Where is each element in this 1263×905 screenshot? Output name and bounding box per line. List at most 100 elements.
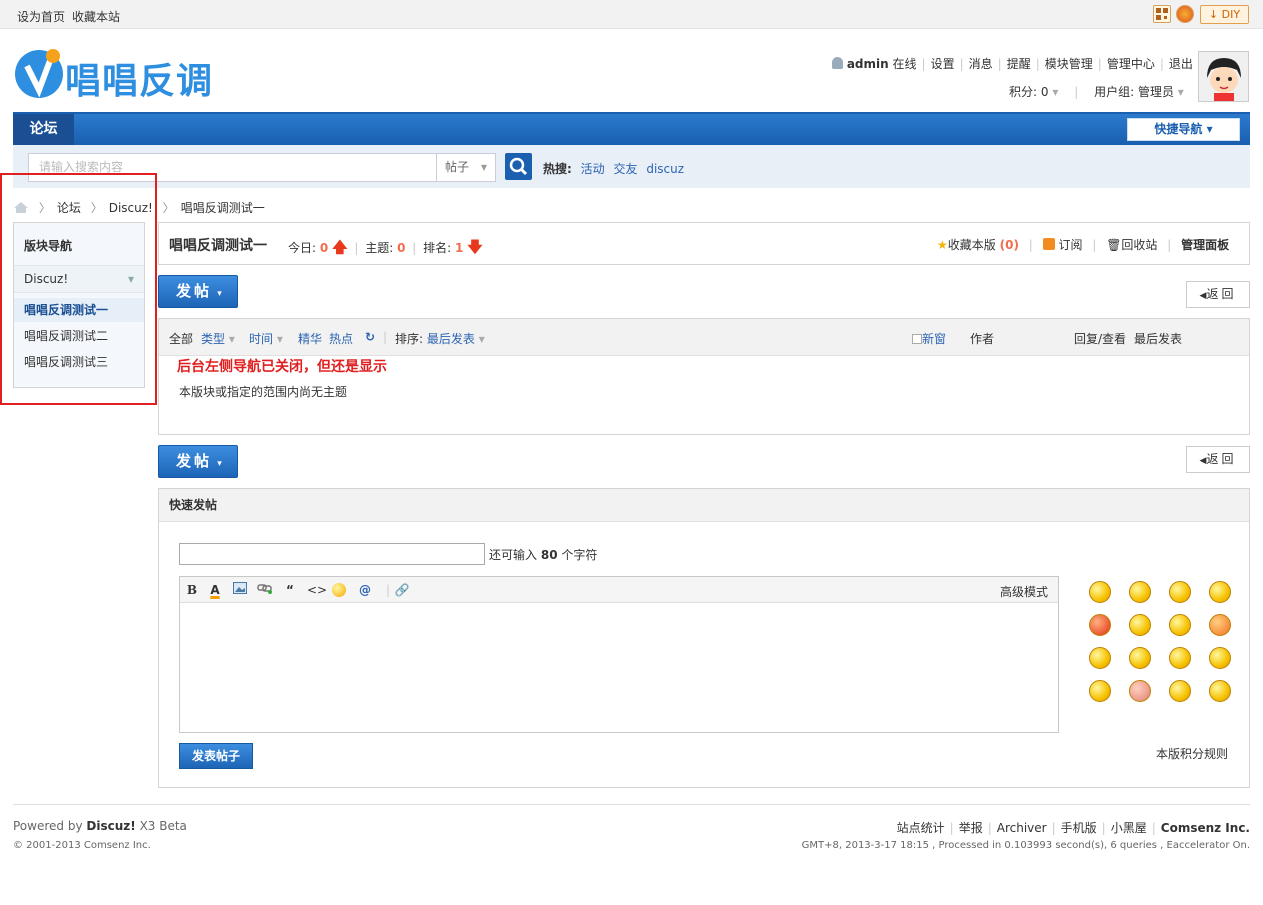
user-bar: admin 在线 | 设置 | 消息 | 提醒 | 模块管理 | 管理中心 | 退出 (832, 55, 1193, 72)
smiley-face-icon[interactable] (1169, 614, 1191, 636)
footer-company-link[interactable]: Comsenz Inc. (1161, 821, 1250, 835)
highlight-annotation-box (0, 173, 157, 405)
thread-list-header: 全部 类型 ▾ 时间 ▾ 精华 热点 ↻ | 排序: 最后发表 ▾ 新窗 作者 … (159, 319, 1249, 356)
diy-button[interactable]: ↓ DIY (1200, 5, 1249, 24)
favorite-forum-link[interactable]: ★收藏本版 (0) (937, 238, 1019, 252)
forum-credit-rules-link[interactable]: 本版积分规则 (1156, 745, 1228, 762)
smiley-face-icon[interactable] (1209, 680, 1231, 702)
rank-value: 1 (455, 241, 464, 255)
search-type-select[interactable]: 帖子 ▾ (436, 153, 496, 182)
link-icon[interactable] (257, 582, 273, 598)
footer-link-blackroom[interactable]: 小黑屋 (1111, 821, 1147, 835)
chevron-down-icon: ▾ (481, 160, 488, 174)
messages-link[interactable]: 消息 (969, 57, 993, 71)
smiley-panel (1084, 579, 1244, 709)
new-post-button[interactable]: 发帖 ▾ (158, 275, 238, 308)
remain-prefix: 还可输入 (489, 548, 538, 562)
site-logo[interactable]: 唱唱反调 (13, 44, 213, 102)
filter-digest[interactable]: 精华 (298, 330, 322, 347)
filter-time[interactable]: 时间 ▾ (249, 330, 283, 347)
smiley-face-icon[interactable] (1089, 581, 1111, 603)
smiley-face-icon[interactable] (1209, 647, 1231, 669)
filter-all[interactable]: 全部 (169, 330, 193, 347)
at-icon[interactable]: @ (357, 582, 373, 598)
footer-divider (13, 804, 1250, 805)
hot-term[interactable]: 交友 (613, 162, 637, 176)
col-last-post: 最后发表 (1134, 332, 1183, 346)
search-button[interactable] (505, 153, 532, 180)
smiley-face-icon[interactable] (1169, 680, 1191, 702)
footer-link-mobile[interactable]: 手机版 (1061, 821, 1097, 835)
subject-input[interactable] (179, 543, 485, 565)
logout-link[interactable]: 退出 (1169, 57, 1193, 71)
chevron-down-icon: ▾ (217, 289, 222, 299)
checkbox[interactable] (912, 334, 922, 344)
quick-nav-button[interactable]: 快捷导航 ▾ (1127, 118, 1240, 141)
chevron-down-icon: ▾ (478, 332, 485, 346)
attachment-icon[interactable]: 🔗 (394, 582, 410, 598)
admin-center-link[interactable]: 管理中心 (1107, 57, 1155, 71)
smiley-face-icon[interactable] (1129, 680, 1151, 702)
main-nav: 论坛 快捷导航 ▾ (13, 112, 1250, 145)
smiley-face-icon[interactable] (1169, 581, 1191, 603)
back-button[interactable]: ◀返回 (1186, 281, 1250, 308)
qrcode-icon[interactable] (1153, 5, 1171, 23)
user-stats: 积分: 0 ▾ | 用户组: 管理员 ▾ (1009, 85, 1184, 99)
bookmark-link[interactable]: 收藏本站 (72, 8, 120, 25)
smiley-face-icon[interactable] (1089, 647, 1111, 669)
hot-term[interactable]: discuz (646, 162, 684, 176)
filter-type[interactable]: 类型 ▾ (201, 330, 235, 347)
discuz-link[interactable]: Discuz! (86, 819, 135, 833)
diy-label: DIY (1221, 8, 1241, 21)
refresh-icon[interactable]: ↻ (365, 330, 375, 344)
smiley-face-icon[interactable] (1089, 680, 1111, 702)
hot-term[interactable]: 活动 (581, 162, 605, 176)
code-icon[interactable]: <> (307, 582, 327, 598)
smiley-face-icon[interactable] (1129, 581, 1151, 603)
back-label: 返回 (1206, 452, 1237, 466)
image-icon[interactable] (232, 582, 248, 598)
footer-link-archiver[interactable]: Archiver (997, 821, 1047, 835)
recycle-bin-link[interactable]: 🗑回收站 (1106, 238, 1157, 252)
back-label: 返回 (1206, 287, 1237, 301)
quick-nav-label: 快捷导航 (1154, 122, 1203, 136)
smiley-icon[interactable] (332, 583, 346, 597)
smiley-face-icon[interactable] (1129, 614, 1151, 636)
footer-link-report[interactable]: 举报 (959, 821, 983, 835)
sort-control: 排序: 最后发表 ▾ (395, 330, 485, 347)
quote-icon[interactable]: “ (282, 582, 298, 598)
bold-icon[interactable]: B (184, 582, 200, 598)
smiley-face-icon[interactable] (1209, 581, 1231, 603)
reminders-link[interactable]: 提醒 (1007, 57, 1031, 71)
sort-select[interactable]: 最后发表 ▾ (427, 332, 485, 346)
footer-link-stats[interactable]: 站点统计 (897, 821, 945, 835)
back-button[interactable]: ◀返回 (1186, 446, 1250, 473)
username-link[interactable]: admin (847, 57, 889, 71)
points-dropdown[interactable]: 积分: 0 ▾ (1009, 85, 1058, 99)
forum-actions: ★收藏本版 (0) | 订阅 | 🗑回收站 | 管理面板 (937, 238, 1230, 252)
message-editor: B A “ <> @ | 🔗 高级模式 (179, 576, 1059, 733)
filter-time-label: 时间 (249, 332, 274, 346)
nav-forum-tab[interactable]: 论坛 (13, 114, 74, 145)
advanced-mode-link[interactable]: 高级模式 (1000, 583, 1048, 600)
new-post-button[interactable]: 发帖 ▾ (158, 445, 238, 478)
theme-icon[interactable] (1176, 5, 1194, 23)
subscribe-link[interactable]: 订阅 (1042, 238, 1082, 252)
font-color-icon[interactable]: A (207, 582, 223, 598)
smiley-face-icon[interactable] (1209, 614, 1231, 636)
filter-hot[interactable]: 热点 (329, 330, 353, 347)
smiley-face-icon[interactable] (1129, 647, 1151, 669)
settings-link[interactable]: 设置 (931, 57, 955, 71)
points-label: 积分: (1009, 85, 1038, 99)
new-window-toggle[interactable]: 新窗 (912, 330, 946, 347)
admin-panel-link[interactable]: 管理面板 (1181, 238, 1229, 252)
editor-toolbar: B A “ <> @ | 🔗 高级模式 (180, 577, 1058, 603)
set-home-link[interactable]: 设为首页 (17, 8, 65, 25)
module-admin-link[interactable]: 模块管理 (1045, 57, 1093, 71)
smiley-face-icon[interactable] (1089, 614, 1111, 636)
submit-post-button[interactable]: 发表帖子 (179, 743, 253, 769)
smiley-face-icon[interactable] (1169, 647, 1191, 669)
usergroup-dropdown[interactable]: 用户组: 管理员 ▾ (1094, 85, 1184, 99)
avatar[interactable] (1198, 51, 1249, 102)
arrow-up-icon: 🡅 (332, 238, 348, 256)
